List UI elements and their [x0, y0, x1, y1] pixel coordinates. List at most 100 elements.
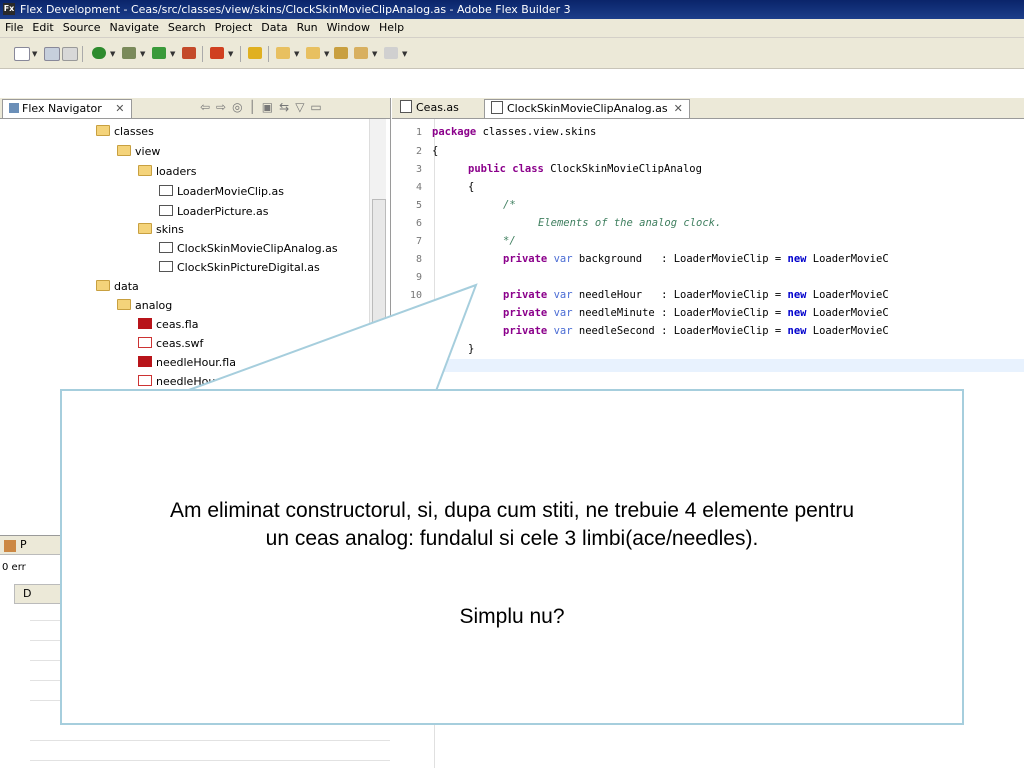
code-line: public class ClockSkinMovieClipAnalog [468, 163, 702, 175]
folder-icon [117, 299, 131, 310]
menu-data[interactable]: Data [256, 19, 291, 34]
navigator-tab-label: Flex Navigator [22, 102, 102, 115]
flex-app-icon: Fx [3, 3, 15, 15]
code-text: LoaderMovieC [806, 307, 889, 319]
tree-item-label: ClockSkinPictureDigital.as [177, 261, 320, 274]
back-icon[interactable] [354, 47, 368, 59]
next-annotation-icon[interactable] [276, 47, 290, 59]
folder-icon [96, 125, 110, 136]
prev-annotation-icon[interactable] [306, 47, 320, 59]
dropdown-arrow-icon[interactable]: ▼ [170, 50, 175, 58]
menu-file[interactable]: File [0, 19, 27, 34]
tree-item-label: needleHour.fla [156, 356, 236, 369]
dropdown-arrow-icon[interactable]: ▼ [228, 50, 233, 58]
profile-icon[interactable] [152, 47, 166, 59]
tree-item[interactable]: LoaderPicture.as [159, 205, 268, 218]
tree-item-label: LoaderMovieClip.as [177, 185, 284, 198]
navigator-view-tools[interactable]: ⇦⇨◎│▣⇆▽▭ [200, 100, 328, 114]
save-icon[interactable] [44, 47, 60, 61]
new-file-icon[interactable] [14, 47, 30, 61]
code-line: { [432, 145, 439, 157]
toolbar-separator [82, 46, 83, 62]
code-line: } [468, 343, 475, 355]
keyword: public [468, 163, 506, 175]
code-text: needleMinute : LoaderMovieClip = [572, 307, 788, 319]
close-icon[interactable]: ✕ [115, 102, 124, 115]
dropdown-arrow-icon[interactable]: ▼ [32, 50, 37, 58]
tree-item[interactable]: loaders [138, 165, 197, 178]
new-project-icon[interactable] [210, 47, 224, 59]
tree-item[interactable]: ClockSkinMovieClipAnalog.as [159, 242, 338, 255]
close-icon[interactable]: ✕ [674, 102, 683, 115]
code-line: { [468, 181, 475, 193]
tree-item[interactable]: classes [96, 125, 154, 138]
keyword: new [787, 325, 807, 337]
folder-icon [117, 145, 131, 156]
callout-text: Simplu nu? [459, 605, 565, 628]
scrollbar-thumb[interactable] [372, 199, 386, 391]
actionscript-file-icon [159, 261, 173, 272]
editor-tabbar: Ceas.as ClockSkinMovieClipAnalog.as ✕ [392, 98, 1024, 119]
tree-item[interactable]: analog [117, 299, 172, 312]
print-icon[interactable] [62, 47, 78, 61]
menu-source[interactable]: Source [58, 19, 105, 34]
tree-item[interactable]: ClockSkinPictureDigital.as [159, 261, 320, 274]
line-number: 8 [415, 254, 422, 265]
tab-flex-navigator[interactable]: Flex Navigator ✕ [2, 99, 132, 118]
problems-status: 0 err [2, 562, 26, 573]
dropdown-arrow-icon[interactable]: ▼ [324, 50, 329, 58]
external-tools-icon[interactable] [182, 47, 196, 59]
menu-project[interactable]: Project [210, 19, 257, 34]
menu-help[interactable]: Help [374, 19, 408, 34]
tree-item[interactable]: needleHour.fla [138, 356, 236, 369]
keyword: var [553, 289, 573, 301]
menu-search[interactable]: Search [163, 19, 210, 34]
editor-tab-label: ClockSkinMovieClipAnalog.as [507, 102, 668, 115]
menu-edit[interactable]: Edit [27, 19, 57, 34]
menu-window[interactable]: Window [322, 19, 374, 34]
editor-tab-label: Ceas.as [416, 101, 459, 114]
tree-item[interactable]: skins [138, 223, 184, 236]
dropdown-arrow-icon[interactable]: ▼ [140, 50, 145, 58]
actionscript-file-icon [159, 205, 173, 216]
code-comment: Elements of the analog clock. [538, 217, 722, 229]
tree-item-label: ceas.fla [156, 318, 199, 331]
dropdown-arrow-icon[interactable]: ▼ [294, 50, 299, 58]
forward-icon[interactable] [384, 47, 398, 59]
tree-item[interactable]: data [96, 280, 139, 293]
toolbar: ▼ ▼ ▼ ▼ ▼ ▼ ▼ ▼ ▼ [0, 38, 1024, 69]
keyword: private [503, 289, 548, 301]
keyword: class [512, 163, 544, 175]
menu-navigate[interactable]: Navigate [105, 19, 163, 34]
dropdown-arrow-icon[interactable]: ▼ [402, 50, 407, 58]
tree-item[interactable]: ceas.fla [138, 318, 198, 331]
code-line: package classes.view.skins [432, 126, 596, 138]
dropdown-arrow-icon[interactable]: ▼ [110, 50, 115, 58]
tab-clockskin-analog[interactable]: ClockSkinMovieClipAnalog.as ✕ [484, 99, 690, 118]
tree-item[interactable]: needleHour.s [138, 375, 228, 388]
code-line: private var needleSecond : LoaderMovieCl… [503, 325, 889, 337]
pencil-icon[interactable] [248, 47, 262, 59]
navigator-tabbar: Flex Navigator ✕ ⇦⇨◎│▣⇆▽▭ [0, 98, 390, 119]
code-text: LoaderMovieC [806, 325, 889, 337]
line-number: 6 [415, 218, 422, 229]
tree-item[interactable]: view [117, 145, 160, 158]
dropdown-arrow-icon[interactable]: ▼ [372, 50, 377, 58]
line-number: 5 [415, 200, 422, 211]
actionscript-file-icon [400, 100, 412, 113]
last-edit-icon[interactable] [334, 47, 348, 59]
tree-item-label: loaders [156, 165, 197, 178]
tree-item[interactable]: LoaderMovieClip.as [159, 185, 284, 198]
code-text: ClockSkinMovieClipAnalog [543, 163, 702, 175]
tree-item-label: ClockSkinMovieClipAnalog.as [177, 242, 338, 255]
problems-tab-label[interactable]: P [20, 538, 27, 551]
run-icon[interactable] [92, 47, 106, 59]
tree-item[interactable]: ceas.swf [138, 337, 203, 350]
menu-run[interactable]: Run [292, 19, 322, 34]
tree-item-label: view [135, 145, 161, 158]
actionscript-file-icon [491, 101, 503, 114]
callout-text: Am eliminat constructorul, si, dupa cum … [170, 499, 854, 522]
debug-icon[interactable] [122, 47, 136, 59]
tab-ceas-as[interactable]: Ceas.as [394, 99, 465, 117]
fla-file-icon [138, 318, 152, 329]
